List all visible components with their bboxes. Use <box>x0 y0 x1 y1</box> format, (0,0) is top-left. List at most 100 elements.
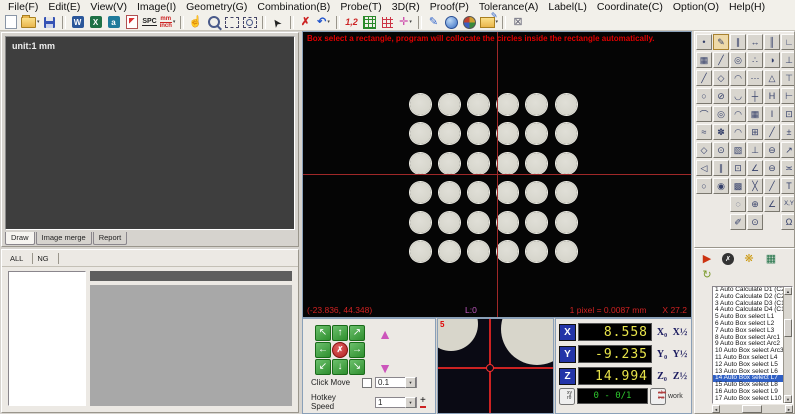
scrollbar-thumb[interactable] <box>784 319 792 337</box>
tool-icon[interactable]: ⊥ <box>747 142 763 158</box>
tool-icon[interactable]: ◎ <box>730 52 746 68</box>
click-move-checkbox[interactable] <box>362 378 372 388</box>
speed-plus-button[interactable]: + <box>420 396 426 408</box>
tool-icon[interactable]: ↗ <box>781 142 795 158</box>
tool-icon[interactable]: ◇ <box>696 142 712 158</box>
jog-up-left-button[interactable]: ↖ <box>315 325 331 341</box>
tool-icon[interactable]: • <box>696 34 712 50</box>
dropdown-caret[interactable]: ▾ <box>173 19 176 25</box>
tool-icon[interactable]: I <box>764 106 780 122</box>
menu-option[interactable]: Option(O) <box>668 1 724 13</box>
jog-down-left-button[interactable]: ↙ <box>315 359 331 375</box>
scrollbar-thumb[interactable] <box>742 405 762 413</box>
grid-green-icon[interactable] <box>361 14 379 30</box>
draw-canvas[interactable]: unit:1 mm <box>5 36 295 230</box>
export-pdf-icon[interactable] <box>123 14 141 30</box>
run-icon[interactable]: ▶ <box>700 252 714 266</box>
abs-inc-toggle-button[interactable]: abs inc <box>650 388 666 405</box>
tool-icon[interactable]: ∠ <box>747 160 763 176</box>
pan-hand-icon[interactable]: ☝ <box>187 14 205 30</box>
jog-stop-button[interactable]: ✗ <box>332 342 348 358</box>
tool-icon[interactable]: ╱ <box>696 70 712 86</box>
dropdown-arrow-icon[interactable]: ▼ <box>405 397 416 408</box>
tool-icon[interactable]: T <box>781 178 795 194</box>
export-excel-icon[interactable]: X <box>87 14 105 30</box>
axis-half-button-z[interactable]: Z½ <box>672 371 688 382</box>
menu-file[interactable]: File(F) <box>3 1 43 13</box>
axis-zero-button-z[interactable]: Z₀ <box>654 371 670 382</box>
pointer-icon[interactable]: ➤ <box>269 14 287 30</box>
refresh-icon[interactable]: ↻ <box>700 268 714 282</box>
unit-mm-inch-icon[interactable]: mminch▾ <box>159 14 177 30</box>
tool-icon[interactable]: ◠ <box>730 70 746 86</box>
tool-icon[interactable]: X,Y <box>781 196 795 212</box>
tab-all[interactable]: ALL <box>6 253 33 264</box>
tool-icon[interactable]: ± <box>781 124 795 140</box>
tool-icon[interactable]: ▧ <box>730 142 746 158</box>
tool-icon[interactable]: ⌒ <box>696 106 712 122</box>
tool-icon[interactable]: ┼ <box>747 88 763 104</box>
jog-down-button[interactable]: ↓ <box>332 359 348 375</box>
axis-zero-button-y[interactable]: Y₀ <box>654 349 670 360</box>
results-detail-body[interactable] <box>90 285 292 406</box>
tool-icon[interactable]: Ω <box>781 214 795 230</box>
menu-view[interactable]: View(V) <box>85 1 132 13</box>
menu-combination[interactable]: Combination(B) <box>252 1 335 13</box>
menu-edit[interactable]: Edit(E) <box>43 1 85 13</box>
save-icon[interactable] <box>41 14 59 30</box>
tools-icon[interactable]: ❋ <box>742 252 756 266</box>
globe-icon[interactable] <box>443 14 461 30</box>
tool-icon[interactable]: ∥ <box>730 34 746 50</box>
scroll-right-button[interactable]: ► <box>785 405 793 413</box>
z-up-button[interactable]: ▲ <box>378 327 392 341</box>
tool-icon[interactable]: ⋯ <box>747 70 763 86</box>
jog-right-button[interactable]: → <box>349 342 365 358</box>
tool-icon[interactable]: ◠ <box>730 124 746 140</box>
label-12-icon[interactable]: 1,2 <box>343 14 361 30</box>
pattern-icon[interactable]: ▦ <box>764 252 778 266</box>
tool-icon[interactable]: ○ <box>696 178 712 194</box>
jog-down-right-button[interactable]: ↘ <box>349 359 365 375</box>
time-icon[interactable] <box>461 14 479 30</box>
menu-probe[interactable]: Probe(T) <box>335 1 386 13</box>
grid-red-icon[interactable] <box>379 14 397 30</box>
axis-zero-button-x[interactable]: X₀ <box>654 327 670 338</box>
tool-icon[interactable]: ∟ <box>781 34 795 50</box>
program-step-list[interactable]: 1 Auto Calculate D1 (C23,2 Auto Calculat… <box>712 286 793 404</box>
axis-half-button-x[interactable]: X½ <box>672 327 688 338</box>
hotkey-speed-select[interactable]: 1 ▼ <box>375 397 417 408</box>
tool-icon[interactable]: ⊙ <box>747 214 763 230</box>
click-move-step-select[interactable]: 0.1 ▼ <box>375 377 417 388</box>
dropdown-arrow-icon[interactable]: ▼ <box>405 377 416 388</box>
tool-icon[interactable]: ◎ <box>713 106 729 122</box>
tool-icon[interactable]: ◠ <box>730 106 746 122</box>
tool-icon[interactable]: ╳ <box>747 178 763 194</box>
horizontal-scrollbar[interactable]: ◄ ► <box>712 405 793 413</box>
tab-ng[interactable]: NG <box>33 253 58 264</box>
menu-proof[interactable]: Proof(P) <box>425 1 474 13</box>
tool-icon[interactable]: ✽ <box>713 124 729 140</box>
tool-icon[interactable]: ○ <box>696 88 712 104</box>
tool-icon[interactable]: ▩ <box>730 178 746 194</box>
crosshair-icon[interactable]: ✛▾ <box>397 14 415 30</box>
stop-icon[interactable]: ✗ <box>722 253 734 265</box>
undo-icon[interactable]: ↶▾ <box>315 14 333 30</box>
menu-geometry[interactable]: Geometry(G) <box>181 1 252 13</box>
camera-view[interactable]: Box select a rectangle, program will col… <box>302 31 692 318</box>
results-list[interactable] <box>8 271 86 406</box>
scroll-down-button[interactable]: ▼ <box>784 395 792 403</box>
tool-icon[interactable]: ⊢ <box>781 88 795 104</box>
jog-up-right-button[interactable]: ↗ <box>349 325 365 341</box>
menu-image[interactable]: Image(I) <box>132 1 181 13</box>
tool-icon[interactable]: ⊞ <box>747 124 763 140</box>
magnified-camera-view[interactable]: 5 <box>437 318 554 414</box>
jog-left-button[interactable]: ← <box>315 342 331 358</box>
tool-icon[interactable]: ⊖ <box>764 160 780 176</box>
tool-icon[interactable]: ↔ <box>747 34 763 50</box>
menu-tolerance[interactable]: Tolerance(A) <box>474 1 544 13</box>
tab-image-merge[interactable]: Image merge <box>36 232 92 245</box>
dropdown-caret[interactable]: ▾ <box>327 19 330 25</box>
tool-icon[interactable]: ⊘ <box>713 88 729 104</box>
menu-help[interactable]: Help(H) <box>724 1 770 13</box>
tool-icon[interactable]: ◑ <box>764 52 780 68</box>
